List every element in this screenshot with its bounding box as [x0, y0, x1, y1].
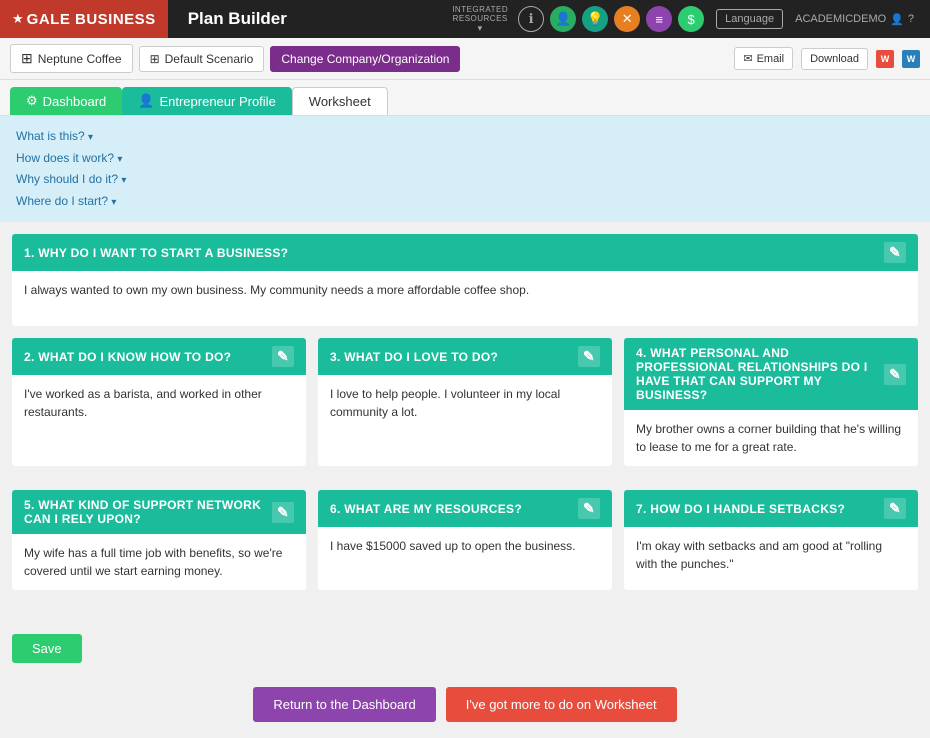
question-header-3: 3. WHAT DO I LOVE TO DO? ✎ [318, 338, 612, 375]
question-title-5: 5. WHAT KIND OF SUPPORT NETWORK CAN I RE… [24, 498, 272, 526]
question-title-7: 7. HOW DO I HANDLE SETBACKS? [636, 502, 845, 516]
download-button[interactable]: Download [801, 48, 868, 70]
question-card-2: 2. WHAT DO I KNOW HOW TO DO? ✎ I've work… [12, 338, 306, 466]
edit-icon-5[interactable]: ✎ [272, 502, 294, 523]
info-icon[interactable]: ℹ [518, 6, 544, 32]
username: ACADEMICDEMO [795, 13, 886, 25]
language-button[interactable]: Language [716, 9, 783, 29]
edit-icon-7[interactable]: ✎ [884, 498, 906, 519]
info-link-what[interactable]: What is this? ▾ [16, 126, 914, 148]
edit-icon-1[interactable]: ✎ [884, 242, 906, 263]
question-card-3: 3. WHAT DO I LOVE TO DO? ✎ I love to hel… [318, 338, 612, 466]
edit-icon-4[interactable]: ✎ [884, 364, 906, 385]
question-body-3: I love to help people. I volunteer in my… [318, 375, 612, 431]
edit-icon-6[interactable]: ✎ [578, 498, 600, 519]
word-icon: W [902, 50, 920, 68]
logo-text: GALE BUSINESS [27, 11, 156, 28]
question-body-5: My wife has a full time job with benefit… [12, 534, 306, 590]
question-header-6: 6. WHAT ARE MY RESOURCES? ✎ [318, 490, 612, 527]
info-link-why[interactable]: Why should I do it? ▾ [16, 169, 914, 191]
question-card-4: 4. WHAT PERSONAL AND PROFESSIONAL RELATI… [624, 338, 918, 466]
email-button[interactable]: ✉ Email [734, 47, 793, 70]
question-header-7: 7. HOW DO I HANDLE SETBACKS? ✎ [624, 490, 918, 527]
pdf-icon: W [876, 50, 894, 68]
edit-icon-3[interactable]: ✎ [578, 346, 600, 367]
question-body-4: My brother owns a corner building that h… [624, 410, 918, 466]
logo-star-icon: ★ [12, 11, 24, 27]
question-title-6: 6. WHAT ARE MY RESOURCES? [330, 502, 522, 516]
edit-icon-2[interactable]: ✎ [272, 346, 294, 367]
question-title-4: 4. WHAT PERSONAL AND PROFESSIONAL RELATI… [636, 346, 884, 402]
lightbulb-icon[interactable]: 💡 [582, 6, 608, 32]
info-box: What is this? ▾ How does it work? ▾ Why … [0, 116, 930, 222]
question-header-1: 1. WHY DO I WANT TO START A BUSINESS? ✎ [12, 234, 918, 271]
question-body-7: I'm okay with setbacks and am good at "r… [624, 527, 918, 583]
page-title: Plan Builder [168, 9, 445, 29]
nav-bar: ⊞ Neptune Coffee ⊞ Default Scenario Chan… [0, 38, 930, 80]
scenario-name: Default Scenario [165, 52, 254, 66]
change-company-button[interactable]: Change Company/Organization [270, 46, 460, 72]
bottom-buttons: Return to the Dashboard I've got more to… [0, 671, 930, 738]
help-icon[interactable]: ? [908, 13, 914, 25]
info-link-how[interactable]: How does it work? ▾ [16, 148, 914, 170]
question-header-4: 4. WHAT PERSONAL AND PROFESSIONAL RELATI… [624, 338, 918, 410]
arrow-icon-3: ▾ [121, 175, 126, 186]
integrated-resources-label: INTEGRATED RESOURCES ▾ [452, 5, 508, 34]
arrow-icon-4: ▾ [111, 197, 116, 208]
question-title-2: 2. WHAT DO I KNOW HOW TO DO? [24, 350, 231, 364]
questions-row-2: 5. WHAT KIND OF SUPPORT NETWORK CAN I RE… [12, 490, 918, 602]
email-icon: ✉ [743, 52, 752, 65]
grid-icon: ⊞ [21, 50, 33, 67]
tabs-bar: ⚙ Dashboard 👤 Entrepreneur Profile Works… [0, 80, 930, 116]
question-body-1: I always wanted to own my own business. … [12, 271, 918, 326]
nav-right: ✉ Email Download W W [734, 47, 920, 70]
list-icon[interactable]: ≡ [646, 6, 672, 32]
crosshair-icon[interactable]: ✕ [614, 6, 640, 32]
question-body-2: I've worked as a barista, and worked in … [12, 375, 306, 431]
tab-dashboard[interactable]: ⚙ Dashboard [10, 87, 122, 115]
nav-left: ⊞ Neptune Coffee ⊞ Default Scenario Chan… [10, 44, 460, 73]
dashboard-icon: ⚙ [26, 93, 38, 109]
tab-worksheet[interactable]: Worksheet [292, 87, 388, 115]
question-header-2: 2. WHAT DO I KNOW HOW TO DO? ✎ [12, 338, 306, 375]
question-card-6: 6. WHAT ARE MY RESOURCES? ✎ I have $1500… [318, 490, 612, 590]
question-body-6: I have $15000 saved up to open the busin… [318, 527, 612, 582]
user-icon: 👤 [890, 13, 904, 26]
save-button[interactable]: Save [12, 634, 82, 663]
tab-entrepreneur[interactable]: 👤 Entrepreneur Profile [122, 87, 292, 115]
question-title-1: 1. WHY DO I WANT TO START A BUSINESS? [24, 246, 288, 260]
save-area: Save [0, 626, 930, 671]
logo-section: ★ GALE BUSINESS [0, 0, 168, 38]
user-section: ACADEMICDEMO 👤 ? [795, 13, 922, 26]
question-card-7: 7. HOW DO I HANDLE SETBACKS? ✎ I'm okay … [624, 490, 918, 590]
company-name: Neptune Coffee [38, 52, 122, 66]
person-icon[interactable]: 👤 [550, 6, 576, 32]
question-card-1: 1. WHY DO I WANT TO START A BUSINESS? ✎ … [12, 234, 918, 326]
return-dashboard-button[interactable]: Return to the Dashboard [253, 687, 435, 722]
company-button[interactable]: ⊞ Neptune Coffee [10, 44, 133, 73]
scenario-button[interactable]: ⊞ Default Scenario [139, 46, 265, 72]
info-link-where[interactable]: Where do I start? ▾ [16, 191, 914, 213]
arrow-icon-2: ▾ [117, 154, 122, 165]
main-content: 1. WHY DO I WANT TO START A BUSINESS? ✎ … [0, 222, 930, 626]
question-header-5: 5. WHAT KIND OF SUPPORT NETWORK CAN I RE… [12, 490, 306, 534]
entrepreneur-icon: 👤 [138, 93, 154, 109]
more-worksheet-button[interactable]: I've got more to do on Worksheet [446, 687, 677, 722]
question-card-5: 5. WHAT KIND OF SUPPORT NETWORK CAN I RE… [12, 490, 306, 590]
arrow-icon: ▾ [88, 132, 93, 143]
questions-row-1: 2. WHAT DO I KNOW HOW TO DO? ✎ I've work… [12, 338, 918, 478]
dollar-icon[interactable]: $ [678, 6, 704, 32]
scenario-icon: ⊞ [150, 52, 160, 66]
header: ★ GALE BUSINESS Plan Builder INTEGRATED … [0, 0, 930, 38]
question-title-3: 3. WHAT DO I LOVE TO DO? [330, 350, 498, 364]
header-icons: INTEGRATED RESOURCES ▾ ℹ 👤 💡 ✕ ≡ $ Langu… [444, 5, 930, 34]
